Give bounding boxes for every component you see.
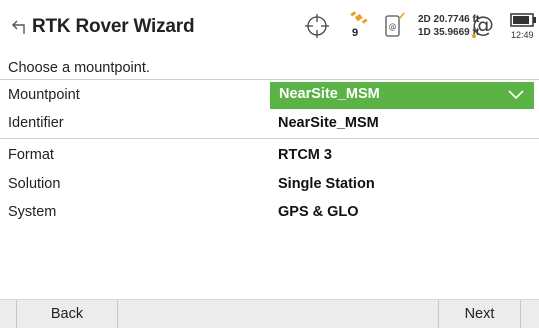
page-title: RTK Rover Wizard: [32, 16, 195, 37]
battery-icon: [510, 13, 536, 27]
footer-divider: [520, 300, 521, 328]
identifier-value: NearSite_MSM: [278, 115, 379, 131]
satellite-icon: [350, 11, 368, 24]
divider: [0, 79, 539, 80]
back-button[interactable]: Back: [17, 300, 117, 328]
chevron-down-icon: [508, 90, 524, 100]
svg-text:@: @: [472, 13, 494, 38]
back-arrow-icon[interactable]: [10, 17, 30, 37]
mountpoint-selected-value: NearSite_MSM: [279, 86, 380, 102]
format-label: Format: [8, 147, 54, 163]
identifier-label: Identifier: [8, 115, 64, 131]
battery-status[interactable]: 12:49: [510, 12, 539, 42]
cellular-modem-icon[interactable]: @: [384, 10, 406, 40]
satellite-status[interactable]: 9: [349, 10, 369, 42]
footer-divider: [117, 300, 118, 328]
title-bar: RTK Rover Wizard 9 @ 2D 20.7746 ft 1D 35…: [0, 0, 539, 56]
solution-value: Single Station: [278, 176, 375, 192]
satellite-count: 9: [352, 27, 359, 39]
crosshair-icon[interactable]: [305, 14, 329, 38]
internet-at-icon[interactable]: @: [469, 12, 497, 40]
svg-text:@: @: [389, 22, 397, 31]
clock: 12:49: [511, 30, 534, 40]
format-value: RTCM 3: [278, 147, 332, 163]
mountpoint-label: Mountpoint: [8, 87, 80, 103]
next-button[interactable]: Next: [439, 300, 520, 328]
mountpoint-dropdown[interactable]: NearSite_MSM: [270, 82, 534, 109]
instruction-text: Choose a mountpoint.: [8, 60, 150, 76]
divider: [0, 138, 539, 139]
solution-label: Solution: [8, 176, 61, 192]
system-value: GPS & GLO: [278, 204, 359, 220]
system-label: System: [8, 204, 57, 220]
